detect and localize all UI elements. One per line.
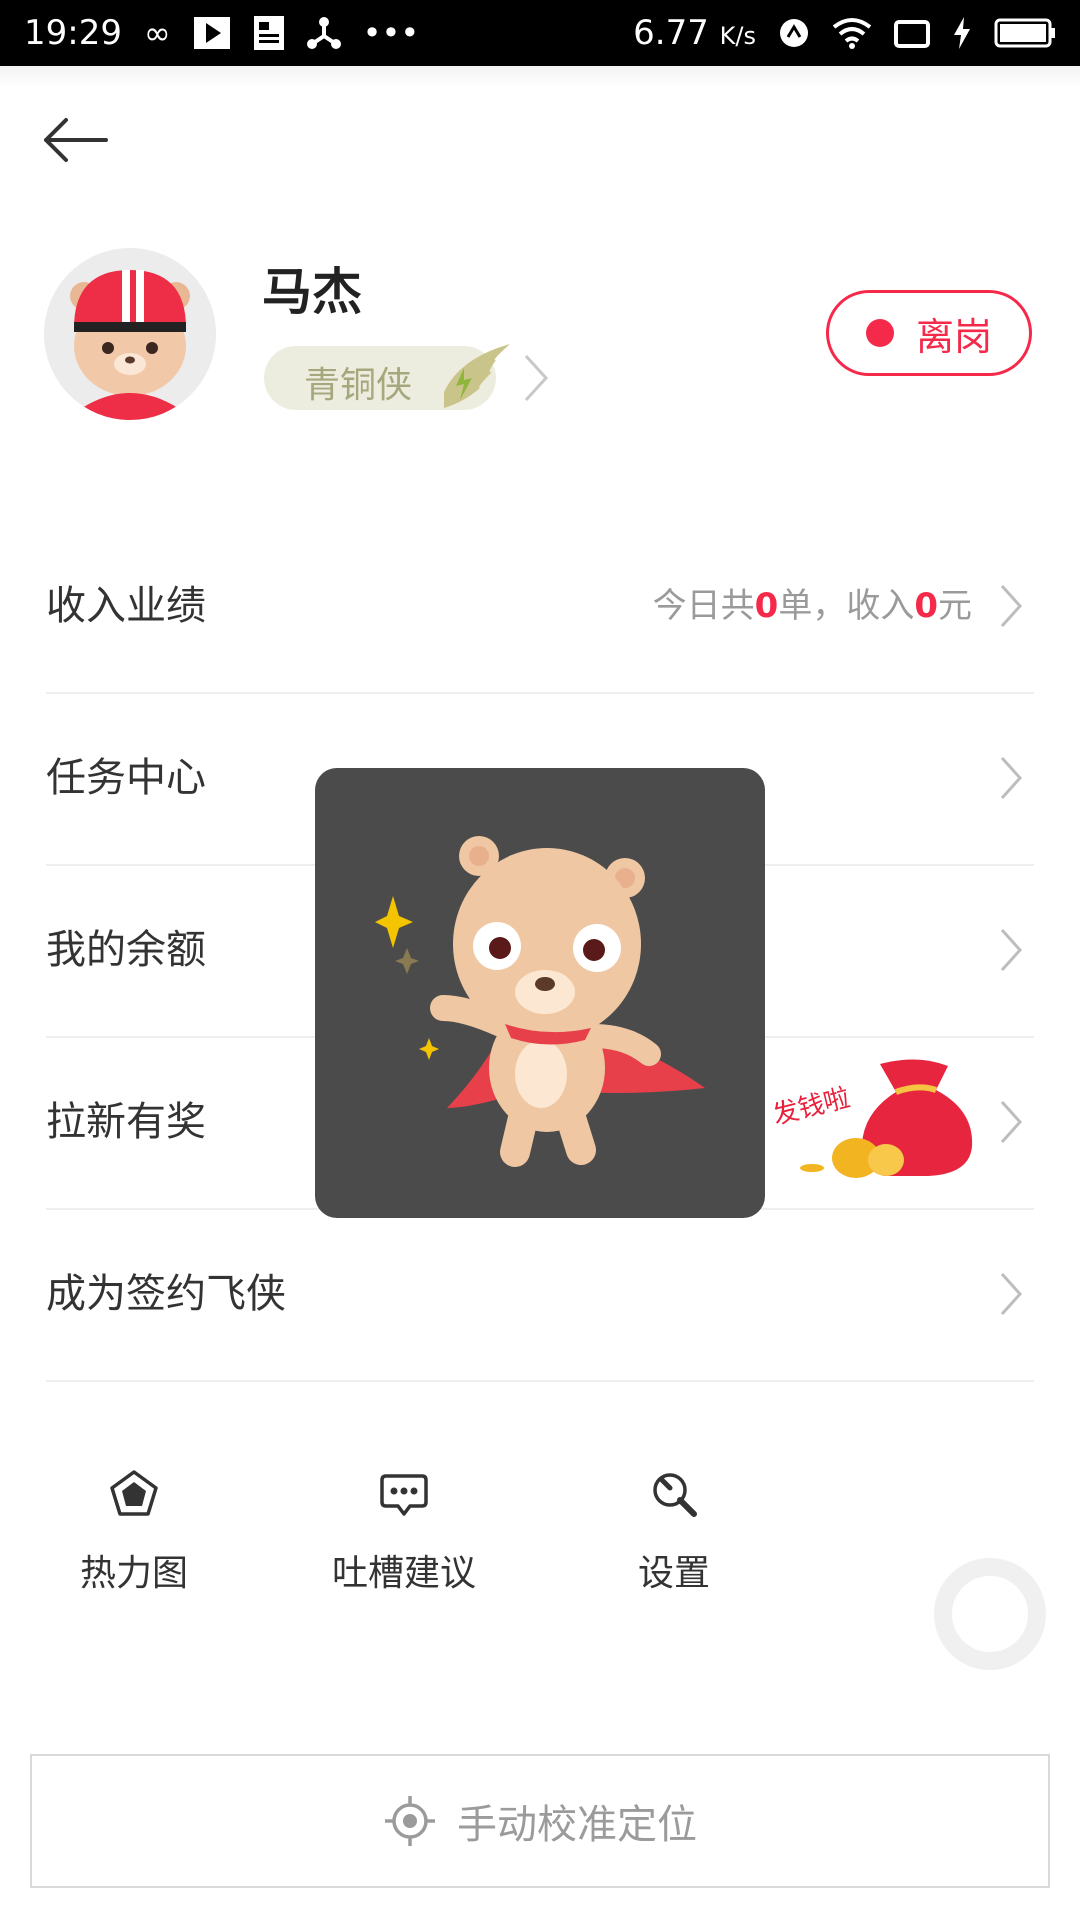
play-icon xyxy=(193,17,230,49)
status-time: 19:29 xyxy=(24,13,122,53)
flying-bear-icon xyxy=(375,836,705,1167)
settings-label: 设置 xyxy=(637,1553,710,1594)
level-label: 青铜侠 xyxy=(304,365,413,406)
chat-bubble-icon xyxy=(380,1474,428,1516)
heatmap-pentagon-icon xyxy=(110,1470,158,1516)
manual-locate-button[interactable]: 手动校准定位 xyxy=(30,1754,1050,1888)
chevron-right-icon xyxy=(1000,1100,1023,1144)
battery-icon xyxy=(994,18,1055,48)
orders-count: 0 xyxy=(754,586,779,626)
settings-action[interactable]: 设置 xyxy=(564,1456,784,1606)
promo-text: 发钱啦 xyxy=(770,1083,853,1131)
menu-label-tasks: 任务中心 xyxy=(46,755,206,801)
bear-helmet-avatar-icon xyxy=(44,248,216,420)
news-icon xyxy=(253,16,284,50)
chevron-right-icon xyxy=(1000,1272,1023,1316)
infinity-icon: ∞ xyxy=(143,14,171,52)
chevron-right-icon xyxy=(1000,756,1023,800)
feedback-label: 吐槽建议 xyxy=(331,1553,476,1594)
off-duty-button[interactable]: 离岗 xyxy=(826,290,1032,376)
header-bar xyxy=(0,66,1080,216)
menu-item-income[interactable]: 收入业绩 今日共0单，收入0元 xyxy=(46,520,1034,694)
menu-label-contract: 成为签约飞侠 xyxy=(46,1271,286,1317)
menu-label-balance: 我的余额 xyxy=(46,927,206,973)
network-speed: 6.77 K/s xyxy=(633,13,756,53)
manual-locate-label: 手动校准定位 xyxy=(457,1802,697,1848)
wrench-icon xyxy=(653,1473,697,1517)
level-badge[interactable]: 青铜侠 xyxy=(264,344,510,410)
data-arrows-icon xyxy=(780,19,808,47)
share-node-icon xyxy=(306,17,341,49)
menu-item-contract[interactable]: 成为签约飞侠 xyxy=(46,1208,1034,1382)
level-chevron-icon[interactable] xyxy=(518,348,554,408)
crosshair-icon xyxy=(385,1796,435,1846)
user-name: 马杰 xyxy=(262,263,362,321)
wifi-icon xyxy=(832,18,872,49)
more-dots-icon: ••• xyxy=(362,14,420,52)
money-bag-promo-icon: 发钱啦 xyxy=(770,1059,973,1178)
screen-icon xyxy=(894,20,930,48)
floating-assist-button[interactable] xyxy=(934,1558,1046,1670)
chevron-right-icon xyxy=(1000,584,1023,628)
chevron-right-icon xyxy=(1000,928,1023,972)
income-amount: 0 xyxy=(914,586,938,626)
back-arrow-icon[interactable] xyxy=(36,100,126,180)
status-bar: 19:29 ∞ ••• 6.77 K/s xyxy=(0,0,1080,66)
heatmap-label: 热力图 xyxy=(79,1553,188,1594)
heatmap-action[interactable]: 热力图 xyxy=(24,1456,244,1606)
menu-label-income: 收入业绩 xyxy=(46,583,206,629)
feedback-action[interactable]: 吐槽建议 xyxy=(294,1456,514,1606)
menu-label-referral: 拉新有奖 xyxy=(46,1099,206,1145)
off-duty-label: 离岗 xyxy=(915,314,992,359)
loading-toast xyxy=(315,768,765,1218)
income-summary: 今日共0单，收入0元 xyxy=(652,586,972,626)
avatar[interactable] xyxy=(44,248,216,420)
status-dot-icon xyxy=(865,319,894,347)
lightning-wing-icon xyxy=(444,344,510,408)
charging-icon xyxy=(954,17,970,49)
